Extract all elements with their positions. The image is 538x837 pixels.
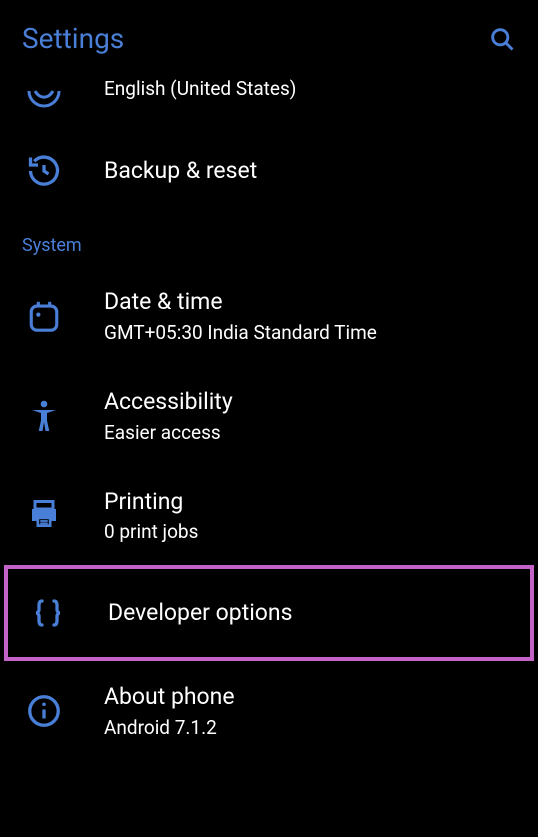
section-header-system: System [0, 215, 538, 266]
settings-item-title: Backup & reset [104, 157, 257, 186]
highlighted-item: Developer options [4, 565, 534, 661]
settings-item-languages[interactable]: English (United States) [0, 73, 538, 127]
settings-item-printing[interactable]: Printing 0 print jobs [0, 466, 538, 566]
settings-item-about[interactable]: About phone Android 7.1.2 [0, 661, 538, 761]
settings-item-accessibility[interactable]: Accessibility Easier access [0, 366, 538, 466]
settings-item-title: About phone [104, 683, 235, 712]
settings-list[interactable]: English (United States) Backup & reset S… [0, 73, 538, 761]
settings-item-subtitle: Android 7.1.2 [104, 716, 235, 739]
settings-item-datetime[interactable]: Date & time GMT+05:30 India Standard Tim… [0, 266, 538, 366]
settings-item-title: Printing [104, 488, 198, 517]
restore-icon [22, 153, 66, 189]
search-icon[interactable] [488, 25, 516, 53]
settings-item-title: Date & time [104, 288, 377, 317]
settings-item-subtitle: 0 print jobs [104, 520, 198, 543]
braces-icon [26, 595, 70, 631]
info-icon [22, 693, 66, 729]
settings-item-title: Developer options [108, 599, 293, 628]
settings-item-subtitle: English (United States) [104, 77, 296, 100]
printer-icon [22, 497, 66, 533]
app-header: Settings [0, 0, 538, 73]
settings-item-subtitle: GMT+05:30 India Standard Time [104, 321, 377, 344]
settings-item-developer[interactable]: Developer options [26, 569, 530, 657]
calendar-icon [22, 299, 66, 333]
settings-item-title: Accessibility [104, 388, 233, 417]
settings-item-subtitle: Easier access [104, 421, 233, 444]
globe-icon [22, 73, 66, 109]
settings-item-backup[interactable]: Backup & reset [0, 127, 538, 215]
page-title: Settings [22, 22, 124, 55]
accessibility-icon [22, 398, 66, 434]
